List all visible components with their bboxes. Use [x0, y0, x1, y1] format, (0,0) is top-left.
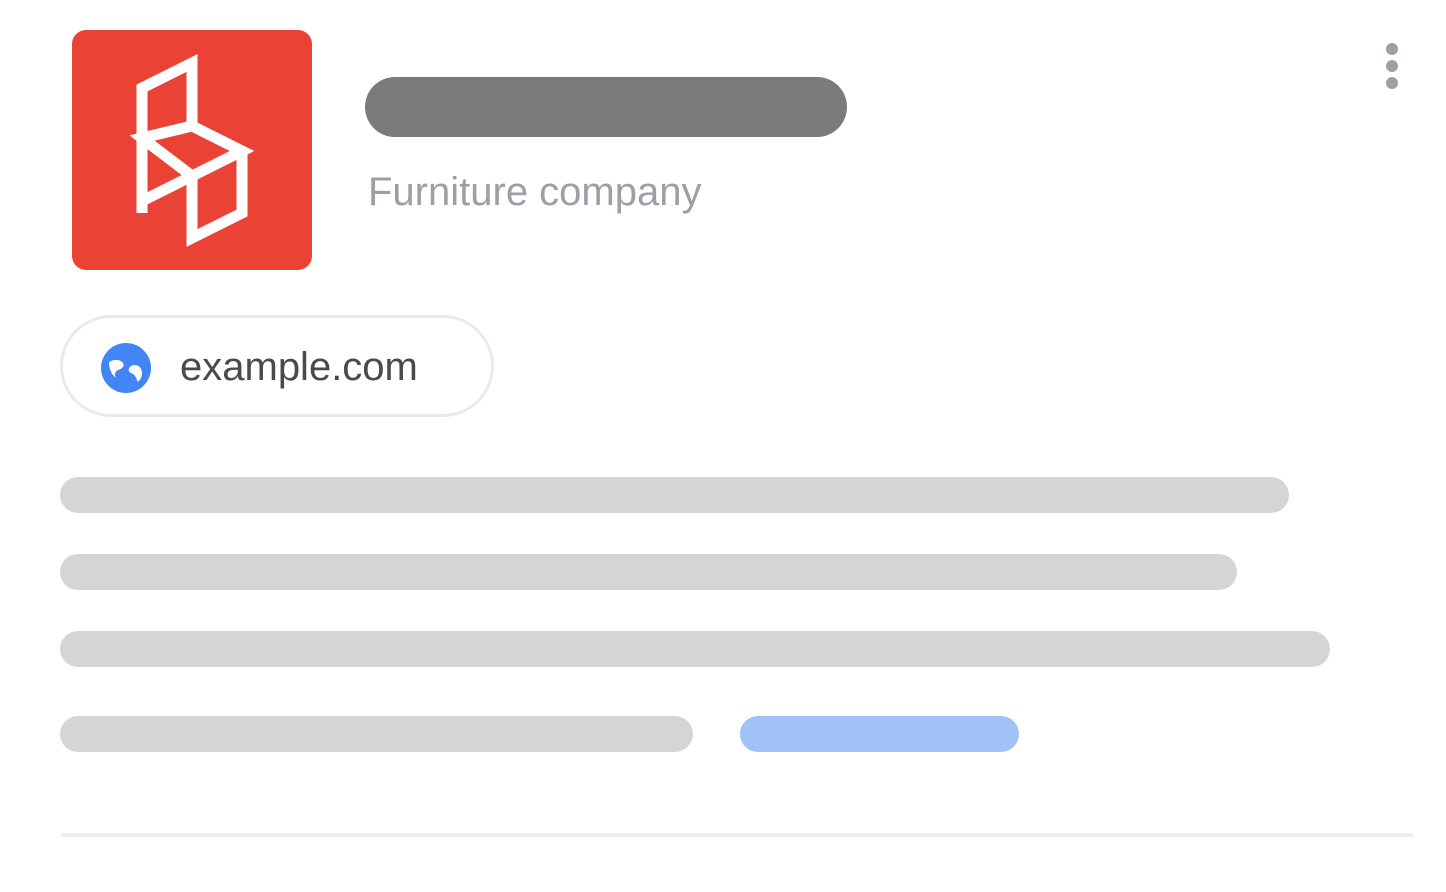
description-line	[60, 716, 693, 752]
divider	[62, 833, 1413, 837]
company-name-placeholder	[365, 77, 847, 137]
globe-icon	[101, 343, 151, 393]
description-line	[60, 554, 1237, 590]
business-profile-card: Furniture company example.com	[0, 0, 1446, 892]
company-category: Furniture company	[368, 170, 702, 214]
description-line	[60, 631, 1330, 667]
company-logo	[72, 30, 312, 270]
more-link-placeholder[interactable]	[740, 716, 1019, 752]
more-vertical-icon	[1386, 43, 1398, 55]
more-options-button[interactable]	[1372, 38, 1412, 94]
website-link-chip[interactable]: example.com	[60, 315, 494, 417]
website-url: example.com	[180, 345, 418, 389]
description-line	[60, 477, 1289, 513]
